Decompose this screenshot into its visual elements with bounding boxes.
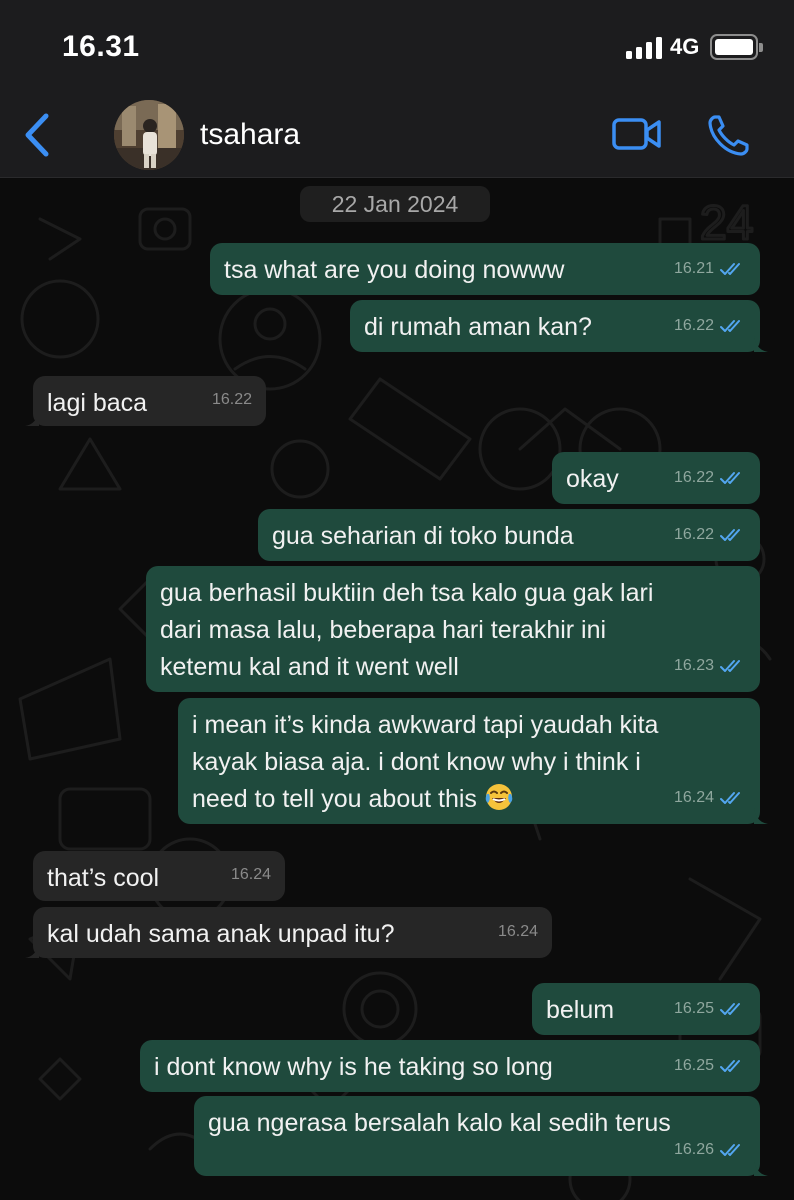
message-bubble-incoming[interactable]: that’s cool 16.24	[33, 851, 285, 901]
message-time: 16.23	[673, 657, 714, 674]
contact-name[interactable]: tsahara	[200, 118, 300, 152]
double-check-icon	[720, 659, 740, 672]
message-meta: 16.26	[674, 1131, 744, 1168]
message-meta: 16.22	[674, 307, 744, 344]
message-bubble-outgoing[interactable]: i dont know why is he taking so long 16.…	[140, 1040, 760, 1092]
message-meta: 16.22	[212, 381, 252, 418]
message-text: kal udah sama anak unpad itu?	[47, 920, 395, 948]
message-meta: 16.23	[674, 647, 744, 684]
bubble-tail	[754, 1160, 768, 1176]
message-bubble-outgoing[interactable]: okay 16.22	[552, 452, 760, 504]
network-type: 4G	[670, 34, 700, 59]
message-text: i dont know why is he taking so long	[154, 1053, 553, 1081]
double-check-icon	[720, 262, 740, 275]
message-text-line: gua berhasil buktiin deh tsa kalo gua ga…	[160, 579, 654, 607]
message-time: 16.22	[673, 469, 714, 486]
double-check-icon	[720, 528, 740, 541]
message-meta: 16.22	[674, 459, 744, 496]
message-time: 16.26	[673, 1141, 714, 1158]
message-time: 16.21	[673, 260, 714, 277]
bubble-tail	[754, 336, 768, 352]
bubble-tail	[754, 808, 768, 824]
message-text-line-with-emoji: need to tell you about this	[192, 781, 746, 818]
voice-call-button[interactable]	[706, 112, 752, 158]
chevron-left-icon	[25, 113, 49, 157]
double-check-icon	[720, 319, 740, 332]
message-meta: 16.24	[231, 856, 271, 893]
message-text-line: ketemu kal and it went well	[160, 653, 459, 681]
message-bubble-outgoing[interactable]: tsa what are you doing nowww 16.21	[210, 243, 760, 295]
message-text: gua ngerasa bersalah kalo kal sedih teru…	[208, 1109, 671, 1137]
message-meta: 16.24	[498, 913, 538, 950]
back-button[interactable]	[18, 112, 58, 158]
message-bubble-outgoing[interactable]: belum 16.25	[532, 983, 760, 1035]
bubble-tail	[25, 410, 39, 426]
video-camera-icon	[612, 118, 661, 150]
message-text-line: need to tell you about this	[192, 785, 477, 813]
status-time: 16.31	[62, 30, 140, 63]
chat-header: tsahara	[0, 92, 794, 178]
message-meta: 16.21	[674, 250, 744, 287]
message-time: 16.22	[673, 317, 714, 334]
message-bubble-outgoing[interactable]: i mean it’s kinda awkward tapi yaudah ki…	[178, 698, 768, 824]
message-time: 16.24	[230, 866, 271, 883]
message-time: 16.22	[673, 526, 714, 543]
message-text-line: i mean it’s kinda awkward tapi yaudah ki…	[192, 711, 659, 739]
battery-icon	[710, 34, 763, 60]
double-check-icon	[720, 1059, 740, 1072]
signal-strength-icon	[626, 37, 664, 59]
phone-icon	[708, 115, 749, 156]
double-check-icon	[720, 791, 740, 804]
message-bubble-incoming[interactable]: lagi baca 16.22	[25, 376, 266, 426]
message-text-line: dari masa lalu, beberapa hari terakhir i…	[160, 616, 607, 644]
double-check-icon	[720, 1143, 740, 1156]
status-bar: 16.31 4G	[0, 0, 794, 92]
message-time: 16.22	[211, 391, 252, 408]
message-time: 16.24	[497, 923, 538, 940]
message-time: 16.25	[673, 1000, 714, 1017]
message-time: 16.25	[673, 1057, 714, 1074]
message-time: 16.24	[673, 789, 714, 806]
message-text: tsa what are you doing nowww	[224, 256, 565, 284]
message-bubble-outgoing[interactable]: gua berhasil buktiin deh tsa kalo gua ga…	[146, 566, 760, 692]
double-check-icon	[720, 1002, 740, 1015]
contact-avatar[interactable]	[114, 100, 184, 170]
message-list[interactable]: 24 22 Jan 2024 tsa what are you doing no…	[0, 179, 794, 1200]
message-bubble-outgoing[interactable]: di rumah aman kan? 16.22	[350, 300, 768, 352]
message-bubble-outgoing[interactable]: gua seharian di toko bunda 16.22	[258, 509, 760, 561]
message-bubble-incoming[interactable]: kal udah sama anak unpad itu? 16.24	[25, 907, 552, 958]
double-check-icon	[720, 471, 740, 484]
message-meta: 16.25	[674, 990, 744, 1027]
message-meta: 16.22	[674, 516, 744, 553]
message-meta: 16.25	[674, 1047, 744, 1084]
message-meta: 16.24	[674, 779, 744, 816]
date-divider: 22 Jan 2024	[300, 186, 490, 222]
avatar-photo	[114, 100, 184, 170]
face-with-tears-of-joy-icon	[485, 784, 513, 810]
message-text-line: kayak biasa aja. i dont know why i think…	[192, 748, 641, 776]
message-bubble-outgoing[interactable]: gua ngerasa bersalah kalo kal sedih teru…	[194, 1096, 768, 1176]
bubble-tail	[25, 942, 39, 958]
video-call-button[interactable]	[612, 116, 662, 152]
